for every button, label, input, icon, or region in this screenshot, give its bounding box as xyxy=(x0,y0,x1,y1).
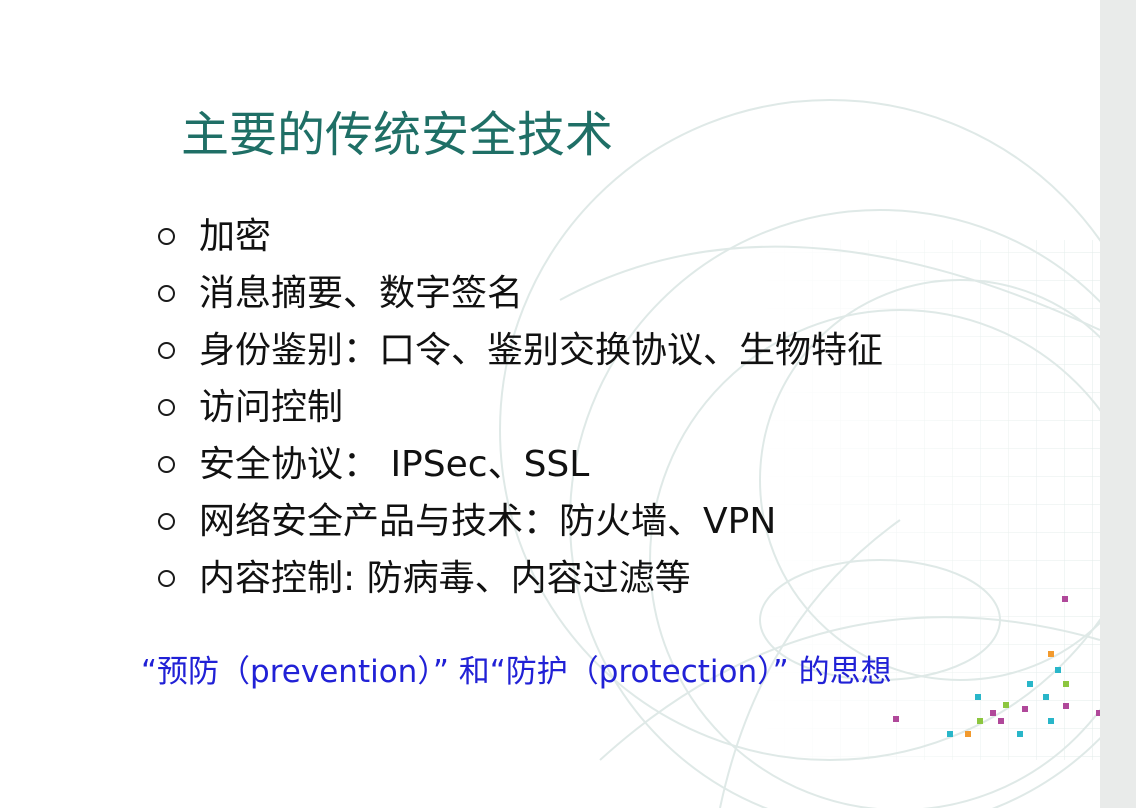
bullet-text: 消息摘要、数字签名 xyxy=(199,272,524,314)
slide-title: 主要的传统安全技术 xyxy=(181,107,614,163)
list-item: 内容控制: 防病毒、内容过滤等 xyxy=(158,550,883,607)
bullet-text: 安全协议： IPSec、SSL xyxy=(199,443,590,485)
slide: 主要的传统安全技术 加密 消息摘要、数字签名 身份鉴别：口令、鉴别交换协议、生物… xyxy=(0,0,1100,808)
bullet-text: 访问控制 xyxy=(199,386,344,428)
list-item: 加密 xyxy=(158,208,883,265)
circle-bullet-icon xyxy=(158,342,175,359)
list-item: 访问控制 xyxy=(158,379,883,436)
circle-bullet-icon xyxy=(158,456,175,473)
circle-bullet-icon xyxy=(158,228,175,245)
bullet-text: 网络安全产品与技术：防火墙、VPN xyxy=(199,500,777,542)
circle-bullet-icon xyxy=(158,399,175,416)
bullet-text: 身份鉴别：口令、鉴别交换协议、生物特征 xyxy=(199,329,884,371)
circle-bullet-icon xyxy=(158,513,175,530)
bullet-text: 加密 xyxy=(199,215,272,257)
list-item: 网络安全产品与技术：防火墙、VPN xyxy=(158,493,883,550)
list-item: 身份鉴别：口令、鉴别交换协议、生物特征 xyxy=(158,322,883,379)
circle-bullet-icon xyxy=(158,570,175,587)
list-item: 安全协议： IPSec、SSL xyxy=(158,436,883,493)
scrollbar[interactable] xyxy=(1100,0,1136,808)
bullet-text: 内容控制: 防病毒、内容过滤等 xyxy=(199,557,691,599)
bullet-list: 加密 消息摘要、数字签名 身份鉴别：口令、鉴别交换协议、生物特征 访问控制 安全… xyxy=(158,208,883,607)
circle-bullet-icon xyxy=(158,285,175,302)
prevention-protection-note: “预防（prevention）” 和“防护（protection）” 的思想 xyxy=(141,654,892,690)
list-item: 消息摘要、数字签名 xyxy=(158,265,883,322)
